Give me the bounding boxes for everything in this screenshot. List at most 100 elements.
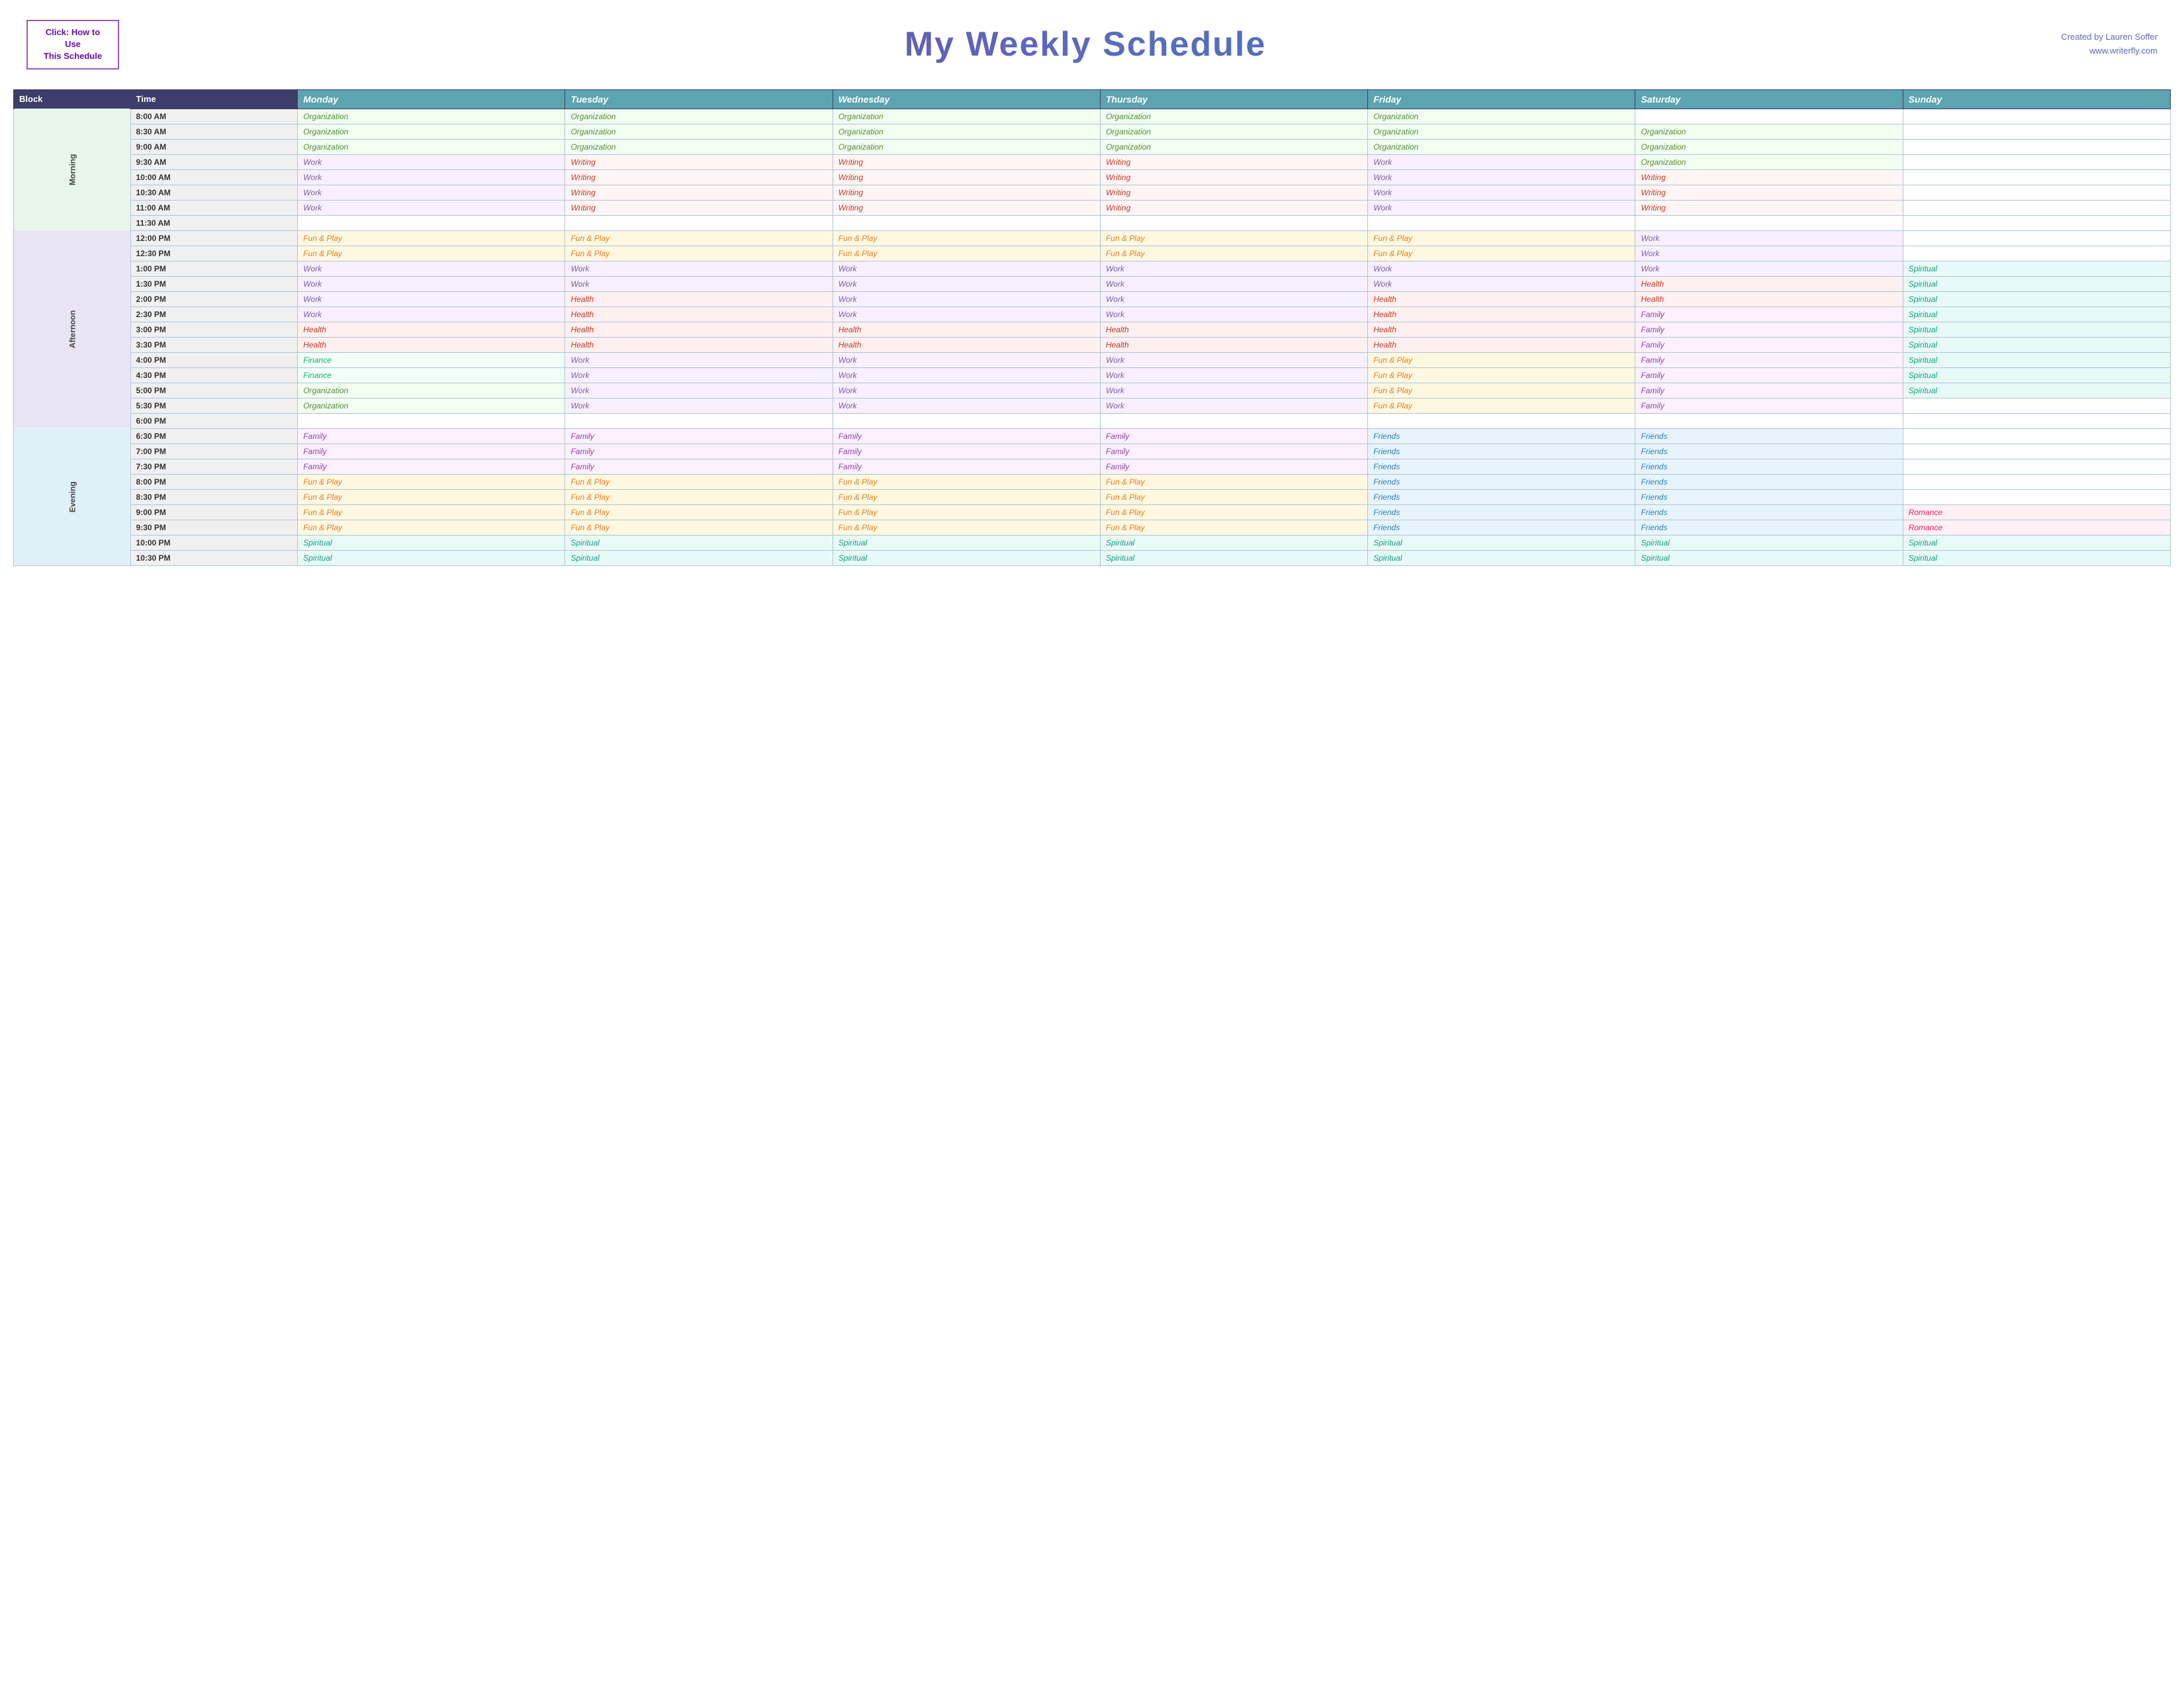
schedule-cell [1903,398,2170,413]
schedule-cell: Friends [1635,489,1903,504]
click-label-line1: Click: How to Use [37,26,109,50]
time-cell: 8:00 AM [130,109,298,124]
time-cell: 10:30 PM [130,550,298,565]
schedule-cell: Work [1100,383,1367,398]
table-row: 1:30 PMWorkWorkWorkWorkWorkHealthSpiritu… [14,276,2171,291]
schedule-cell: Work [565,261,833,276]
schedule-cell [565,215,833,230]
schedule-cell: Fun & Play [1100,489,1367,504]
schedule-cell: Family [298,459,565,474]
header-saturday: Saturday [1635,89,1903,109]
time-cell: 9:30 PM [130,520,298,535]
schedule-cell: Spiritual [565,550,833,565]
schedule-cell: Fun & Play [833,520,1100,535]
schedule-cell: Health [1100,337,1367,352]
schedule-cell: Family [565,428,833,444]
time-cell: 5:30 PM [130,398,298,413]
how-to-use-button[interactable]: Click: How to Use This Schedule [26,20,119,70]
schedule-cell: Fun & Play [1100,520,1367,535]
schedule-cell: Family [1635,322,1903,337]
table-row: 3:30 PMHealthHealthHealthHealthHealthFam… [14,337,2171,352]
table-row: 9:00 AMOrganizationOrganizationOrganizat… [14,139,2171,154]
schedule-cell: Organization [1100,139,1367,154]
time-cell: 10:00 PM [130,535,298,550]
schedule-cell: Fun & Play [1368,230,1635,246]
schedule-cell [1635,109,1903,124]
schedule-cell: Family [1100,444,1367,459]
table-row: 1:00 PMWorkWorkWorkWorkWorkWorkSpiritual [14,261,2171,276]
schedule-cell: Work [833,261,1100,276]
time-cell: 8:30 PM [130,489,298,504]
table-row: 12:30 PMFun & PlayFun & PlayFun & PlayFu… [14,246,2171,261]
schedule-cell: Spiritual [298,535,565,550]
time-cell: 3:30 PM [130,337,298,352]
schedule-cell: Work [1368,261,1635,276]
schedule-cell: Health [565,322,833,337]
table-row: 10:00 PMSpiritualSpiritualSpiritualSpiri… [14,535,2171,550]
schedule-cell: Family [833,428,1100,444]
table-row: 4:00 PMFinanceWorkWorkWorkFun & PlayFami… [14,352,2171,367]
time-cell: 9:00 PM [130,504,298,520]
schedule-cell [1903,474,2170,489]
time-cell: 3:00 PM [130,322,298,337]
schedule-cell [1903,200,2170,215]
schedule-cell: Writing [833,154,1100,169]
schedule-cell [565,413,833,428]
time-cell: 8:30 AM [130,124,298,139]
schedule-cell: Work [298,169,565,185]
schedule-cell: Friends [1368,474,1635,489]
schedule-cell: Fun & Play [1100,504,1367,520]
schedule-cell: Family [1635,337,1903,352]
schedule-cell: Work [833,367,1100,383]
schedule-cell [1635,215,1903,230]
table-row: 9:00 PMFun & PlayFun & PlayFun & PlayFun… [14,504,2171,520]
schedule-cell: Family [565,459,833,474]
schedule-cell: Fun & Play [1100,474,1367,489]
schedule-table: Block Time Monday Tuesday Wednesday Thur… [13,89,2171,566]
schedule-cell [1368,215,1635,230]
schedule-cell: Health [565,337,833,352]
schedule-cell: Writing [565,169,833,185]
block-label-morning: Morning [14,109,131,230]
schedule-cell: Spiritual [1368,535,1635,550]
time-cell: 1:30 PM [130,276,298,291]
table-row: Afternoon12:00 PMFun & PlayFun & PlayFun… [14,230,2171,246]
schedule-cell: Work [833,291,1100,306]
schedule-cell: Work [1100,306,1367,322]
schedule-cell: Fun & Play [565,246,833,261]
block-label-evening: Evening [14,428,131,565]
schedule-cell: Fun & Play [298,520,565,535]
table-row: 9:30 AMWorkWritingWritingWritingWorkOrga… [14,154,2171,169]
schedule-cell [1903,169,2170,185]
table-row: 2:00 PMWorkHealthWorkWorkHealthHealthSpi… [14,291,2171,306]
schedule-cell [298,215,565,230]
schedule-cell: Organization [1100,109,1367,124]
table-row: 8:30 PMFun & PlayFun & PlayFun & PlayFun… [14,489,2171,504]
click-label-line2: This Schedule [37,50,109,62]
schedule-cell: Health [833,322,1100,337]
schedule-cell: Organization [565,139,833,154]
schedule-cell: Organization [1100,124,1367,139]
schedule-cell: Work [298,154,565,169]
schedule-cell: Health [298,337,565,352]
schedule-cell: Spiritual [1635,550,1903,565]
schedule-cell: Spiritual [1903,276,2170,291]
schedule-cell: Work [565,352,833,367]
schedule-cell: Friends [1635,504,1903,520]
schedule-cell: Writing [565,185,833,200]
schedule-cell: Fun & Play [833,504,1100,520]
time-cell: 7:00 PM [130,444,298,459]
schedule-cell: Health [1635,291,1903,306]
schedule-cell: Friends [1635,459,1903,474]
header-wednesday: Wednesday [833,89,1100,109]
schedule-cell: Fun & Play [1368,367,1635,383]
schedule-cell: Health [1368,337,1635,352]
schedule-cell [1903,444,2170,459]
schedule-cell: Work [833,383,1100,398]
schedule-cell: Fun & Play [298,246,565,261]
schedule-cell: Organization [833,109,1100,124]
header-sunday: Sunday [1903,89,2170,109]
schedule-cell [1100,215,1367,230]
schedule-cell [1903,109,2170,124]
schedule-cell [1635,413,1903,428]
